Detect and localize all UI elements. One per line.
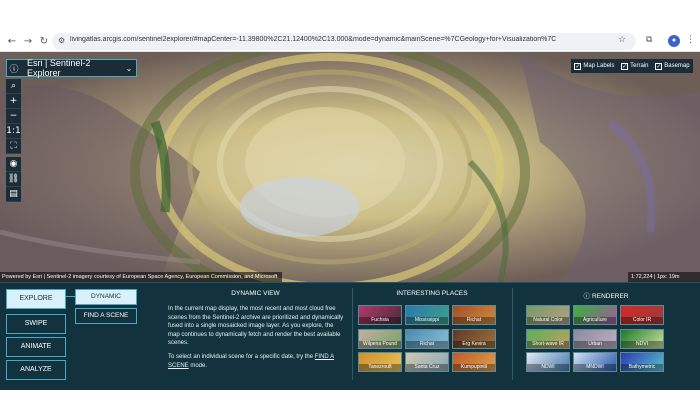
find-scene-button[interactable]: FIND A SCENE (75, 308, 137, 324)
zoom-in-icon[interactable]: + (6, 94, 21, 109)
screenshot-icon[interactable]: ◉ (6, 157, 21, 172)
search-icon[interactable]: ⌕ (6, 79, 21, 94)
address-bar[interactable]: ⚙ livingatlas.arcgis.com/sentinel2explor… (52, 33, 636, 50)
renderer-tile[interactable]: Urban (573, 329, 617, 349)
renderer-tile[interactable]: NDVI (620, 329, 664, 349)
terrain-toggle[interactable]: ✓ Terrain (621, 62, 649, 70)
info-icon[interactable]: ⓘ (7, 62, 21, 75)
place-tile[interactable]: Kumpupintil (452, 352, 496, 372)
place-tile[interactable]: Richat (452, 305, 496, 325)
tab-swipe[interactable]: SWIPE (6, 314, 66, 334)
divider (512, 288, 513, 380)
renderer-tile[interactable]: Bathymetric (620, 352, 664, 372)
forward-icon[interactable]: → (22, 36, 34, 48)
basemap-toggle[interactable]: ✓ Basemap (655, 62, 690, 70)
dynamic-view-description: In the current map display, the most rec… (168, 306, 344, 346)
zoom-out-icon[interactable]: − (6, 109, 21, 124)
renderer-tile[interactable]: MNDWI (573, 352, 617, 372)
checkbox-icon[interactable]: ✓ (574, 62, 582, 70)
back-icon[interactable]: ← (6, 36, 18, 48)
renderer-tile[interactable]: NDWI (526, 352, 570, 372)
place-tile[interactable]: Fuchsia (358, 305, 402, 325)
renderer-tile[interactable]: Natural Color (526, 305, 570, 325)
url-text[interactable]: livingatlas.arcgis.com/sentinel2explorer… (70, 36, 610, 43)
fullscreen-icon[interactable]: ⛶ (6, 139, 21, 154)
map-tools: ⌕ + − 1:1 ⛶ (6, 79, 21, 154)
tab-connector (66, 296, 75, 297)
map-tools-secondary: ◉ ⛓ ▤ (6, 157, 21, 202)
place-tile[interactable]: Santa Cruz (405, 352, 449, 372)
map-scale: 1:72,224 | 1px: 19m (628, 272, 700, 282)
place-tile[interactable]: Mississippi (405, 305, 449, 325)
dynamic-view-hint: To select an individual scene for a spec… (168, 354, 335, 369)
renderer-tile[interactable]: Color IR (620, 305, 664, 325)
extensions-icon[interactable]: ⧉ (646, 35, 652, 45)
info-icon[interactable]: ⓘ (583, 292, 592, 300)
more-menu-icon[interactable]: ⋮ (686, 35, 695, 45)
place-tile[interactable]: Richat (405, 329, 449, 349)
renderer-tile[interactable]: Agriculture (573, 305, 617, 325)
place-tile[interactable]: Wilpena Pound (358, 329, 402, 349)
browser-toolbar: ← → ↻ ⚙ livingatlas.arcgis.com/sentinel2… (0, 0, 700, 52)
bookmark-star-icon[interactable]: ☆ (618, 35, 626, 45)
map-labels-toggle[interactable]: ✓ Map Labels (574, 62, 614, 70)
map-attribution: Powered by Esri | Sentinel-2 imagery cou… (0, 272, 282, 282)
checkbox-icon[interactable]: ✓ (655, 62, 663, 70)
app-title-bar[interactable]: ⓘ Esri | Sentinel-2 Explorer ⌄ (6, 58, 137, 78)
site-info-icon[interactable]: ⚙ (58, 36, 65, 45)
tab-analyze[interactable]: ANALYZE (6, 360, 66, 380)
tab-explore[interactable]: EXPLORE (6, 289, 66, 309)
divider (352, 288, 353, 380)
reload-icon[interactable]: ↻ (38, 36, 50, 48)
chevron-down-icon[interactable]: ⌄ (122, 64, 136, 73)
app-title: Esri | Sentinel-2 Explorer (27, 58, 91, 78)
dynamic-view-title: DYNAMIC VIEW (231, 290, 280, 297)
document-icon[interactable]: ▤ (6, 187, 21, 202)
place-tile[interactable]: Tanezrouft (358, 352, 402, 372)
tab-animate[interactable]: ANIMATE (6, 337, 66, 357)
interesting-places-title: INTERESTING PLACES (396, 290, 468, 297)
satellite-imagery (0, 52, 700, 282)
layer-toggles: ✓ Map Labels ✓ Terrain ✓ Basemap (571, 59, 693, 73)
place-tile[interactable]: Erg Kevira (452, 329, 496, 349)
link-icon[interactable]: ⛓ (6, 172, 21, 187)
renderer-tile[interactable]: Short-wave IR (526, 329, 570, 349)
checkbox-icon[interactable]: ✓ (621, 62, 629, 70)
page-background (0, 390, 700, 420)
one-to-one-icon[interactable]: 1:1 (6, 124, 21, 139)
renderer-title: ⓘ RENDERER (583, 292, 629, 300)
map-view[interactable] (0, 52, 700, 282)
avatar[interactable]: ● (668, 35, 680, 47)
dynamic-mode-button[interactable]: DYNAMIC (75, 289, 137, 305)
